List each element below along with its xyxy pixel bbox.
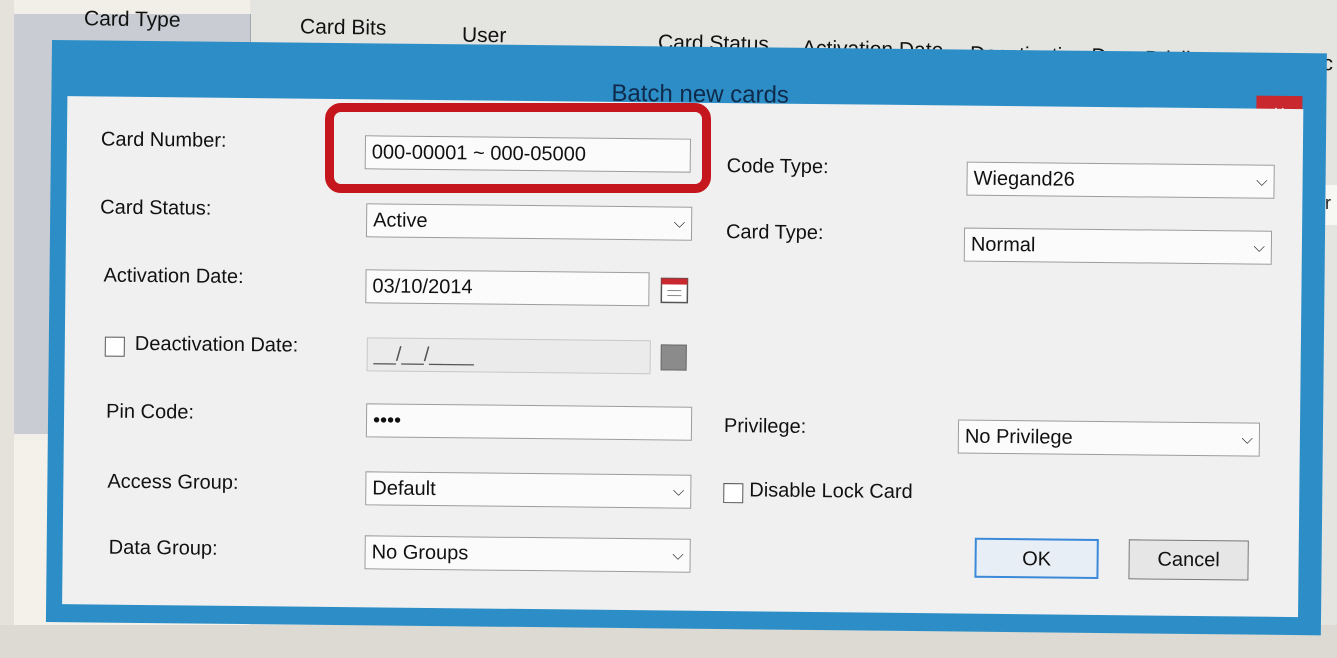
column-header-card-type[interactable]: Card Type xyxy=(84,7,181,33)
deactivation-date-label: Deactivation Date: xyxy=(134,332,299,357)
privilege-value: No Privilege xyxy=(964,425,1073,449)
card-number-label: Card Number: xyxy=(100,128,227,152)
card-status-select[interactable]: Active ⌵ xyxy=(365,203,693,241)
calendar-icon[interactable] xyxy=(659,274,689,304)
cancel-button[interactable]: Cancel xyxy=(1128,539,1249,581)
activation-date-input[interactable]: 03/10/2014 xyxy=(365,269,650,307)
chevron-down-icon: ⌵ xyxy=(673,214,686,232)
disable-lock-card-label: Disable Lock Card xyxy=(749,479,913,504)
card-status-label: Card Status: xyxy=(100,196,212,220)
pin-code-label: Pin Code: xyxy=(105,400,195,424)
card-type-label: Card Type: xyxy=(725,221,824,245)
card-type-select[interactable]: Normal ⌵ xyxy=(963,227,1273,265)
ok-button[interactable]: OK xyxy=(974,537,1099,579)
code-type-value: Wiegand26 xyxy=(973,167,1075,191)
card-number-highlight xyxy=(325,103,711,193)
data-group-select[interactable]: No Groups ⌵ xyxy=(364,535,691,573)
access-group-label: Access Group: xyxy=(107,470,239,494)
privilege-label: Privilege: xyxy=(723,415,807,438)
code-type-label: Code Type: xyxy=(726,155,829,179)
card-type-value: Normal xyxy=(970,233,1036,257)
activation-date-label: Activation Date: xyxy=(103,264,244,289)
privilege-select[interactable]: No Privilege ⌵ xyxy=(957,419,1261,457)
access-group-value: Default xyxy=(372,477,436,501)
calendar-icon-disabled xyxy=(660,344,687,371)
chevron-down-icon: ⌵ xyxy=(1241,430,1253,448)
background-left-stripe xyxy=(0,0,14,658)
data-group-value: No Groups xyxy=(371,541,469,565)
code-type-select[interactable]: Wiegand26 ⌵ xyxy=(966,161,1275,199)
data-group-label: Data Group: xyxy=(108,536,218,560)
chevron-down-icon: ⌵ xyxy=(672,482,685,500)
chevron-down-icon: ⌵ xyxy=(1256,172,1268,190)
disable-lock-card-checkbox[interactable] xyxy=(723,483,744,504)
deactivation-date-input[interactable]: __/__/____ xyxy=(366,337,651,375)
access-group-select[interactable]: Default ⌵ xyxy=(365,471,692,509)
pin-code-input[interactable]: •••• xyxy=(365,403,693,441)
chevron-down-icon: ⌵ xyxy=(1253,238,1265,256)
chevron-down-icon: ⌵ xyxy=(672,546,684,564)
deactivation-date-checkbox[interactable] xyxy=(104,336,125,357)
column-header-card-bits[interactable]: Card Bits xyxy=(300,15,387,41)
card-status-value: Active xyxy=(373,209,428,232)
